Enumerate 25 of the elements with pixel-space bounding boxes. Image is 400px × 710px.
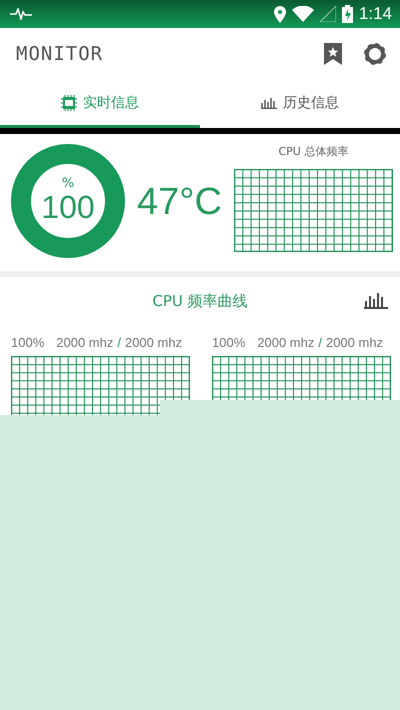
core-percent: 100% <box>212 335 246 350</box>
app-title: MONITOR <box>16 43 104 65</box>
temperature-value: 47°C <box>137 181 222 224</box>
settings-icon[interactable] <box>364 43 386 65</box>
bar-chart-icon <box>261 96 277 108</box>
chip-icon <box>61 94 77 110</box>
usage-value: 100 <box>41 190 95 224</box>
core-max-frequency: 2000 mhz <box>124 335 182 350</box>
clock-time: 1:14 <box>358 4 392 24</box>
core-frequency: 2000 mhz <box>257 335 314 350</box>
chart-title: CPU 总体频率 <box>278 144 348 158</box>
core-percent: 100% <box>11 335 44 350</box>
battery-icon <box>342 5 353 23</box>
separator: / <box>117 335 121 350</box>
location-icon <box>274 6 286 22</box>
signal-icon <box>320 6 336 22</box>
core-frequency: 2000 mhz <box>56 335 114 350</box>
separator: / <box>318 335 322 350</box>
core-max-frequency: 2000 mhz <box>326 335 384 350</box>
pulse-icon <box>10 8 32 20</box>
wifi-icon <box>292 6 314 22</box>
bar-chart-icon[interactable] <box>364 291 388 309</box>
percent-unit: % <box>62 177 74 190</box>
bookmark-star-icon[interactable] <box>324 43 342 65</box>
section-title: CPU 频率曲线 <box>152 292 248 310</box>
